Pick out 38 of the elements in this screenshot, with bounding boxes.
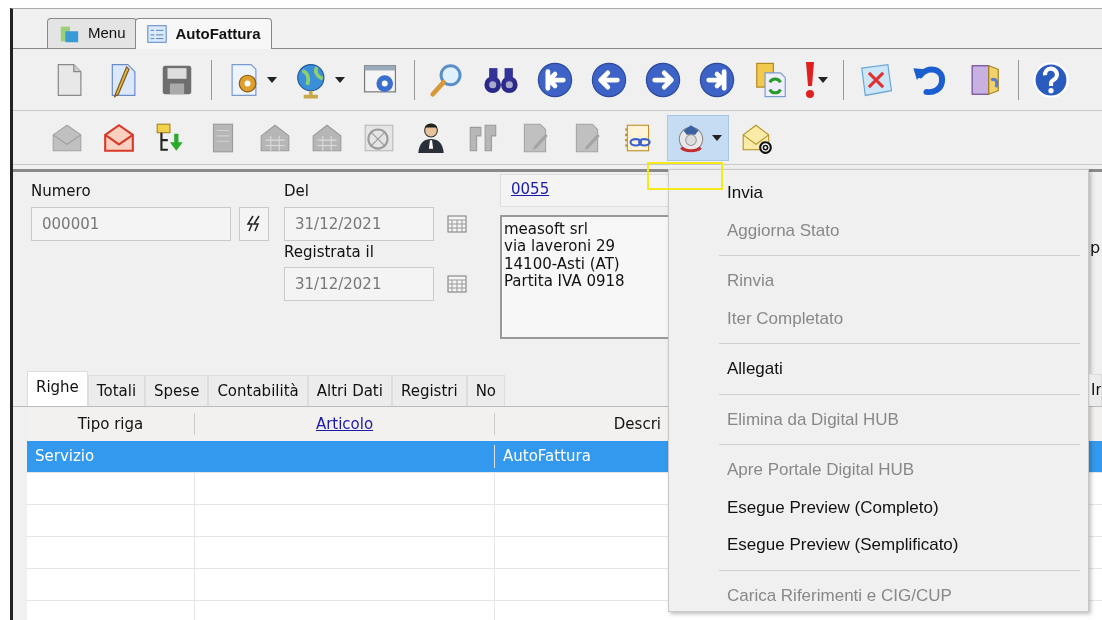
- help-icon: [1032, 60, 1070, 99]
- code-link[interactable]: 0055: [511, 180, 550, 198]
- address-box: measoft srl via laveroni 29 14100-Asti (AT) Partita IVA 0918: [500, 215, 671, 339]
- column-header[interactable]: Articolo: [194, 412, 494, 436]
- menu-item[interactable]: Invia: [669, 174, 1088, 212]
- column-header[interactable]: Tipo riga: [27, 412, 194, 436]
- tab[interactable]: Ir: [1089, 374, 1102, 406]
- tab[interactable]: No: [466, 374, 506, 406]
- field-label: p: [1090, 237, 1101, 259]
- previous-icon: [590, 60, 628, 99]
- form-icon: [145, 23, 168, 45]
- last-page-icon: [698, 60, 736, 99]
- tab[interactable]: Totali: [87, 374, 146, 406]
- tab[interactable]: Contabilità: [208, 374, 308, 406]
- menu-item[interactable]: Esegue Preview (Completo): [669, 488, 1088, 526]
- first-page-icon: [536, 60, 574, 99]
- caret-icon: [712, 134, 722, 141]
- tab[interactable]: Menu: [47, 18, 137, 48]
- field-label: Numero: [31, 181, 92, 202]
- generate-button[interactable]: [239, 206, 269, 241]
- caret-icon: [267, 76, 277, 83]
- calendar-icon: [447, 214, 467, 233]
- field-label: Del: [284, 181, 310, 202]
- tab[interactable]: Righe: [27, 370, 88, 406]
- exclamation-icon: [806, 60, 814, 99]
- tab[interactable]: AutoFattura: [134, 18, 272, 49]
- tab[interactable]: Altri Dati: [307, 374, 392, 406]
- menu-item[interactable]: Esegue Preview (Semplificato): [669, 526, 1088, 564]
- field-label: Registrata il: [284, 241, 375, 263]
- caret-icon: [818, 76, 828, 83]
- tab[interactable]: Spese: [145, 374, 209, 406]
- table-cell-text: Servizio: [34, 446, 96, 468]
- caret-icon: [335, 76, 345, 83]
- menu-item[interactable]: Allegati: [669, 350, 1088, 388]
- emblem-button[interactable]: [667, 114, 729, 161]
- calendar-icon: [447, 275, 467, 293]
- tab[interactable]: Registri: [391, 374, 467, 406]
- next-icon: [644, 60, 682, 99]
